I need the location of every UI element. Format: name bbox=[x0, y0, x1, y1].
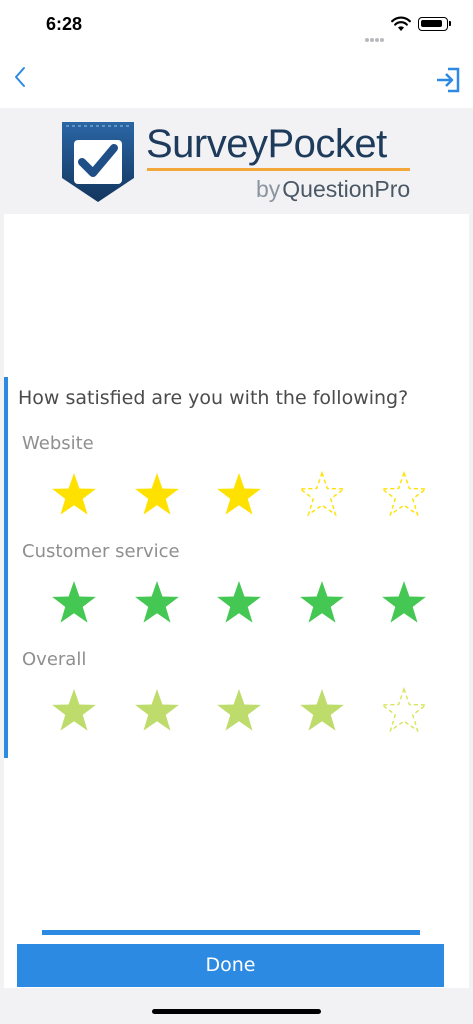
logo-header: SurveyPocket byQuestionPro bbox=[0, 108, 473, 214]
star-filled-icon[interactable] bbox=[50, 579, 98, 627]
status-time: 6:28 bbox=[46, 14, 83, 34]
star-filled-icon[interactable] bbox=[133, 579, 181, 627]
nav-bar bbox=[0, 46, 473, 108]
question-block: How satisfied are you with the following… bbox=[4, 377, 469, 758]
chevron-left-icon[interactable] bbox=[8, 62, 36, 92]
logo-wordmark: SurveyPocket bbox=[146, 122, 387, 167]
row-label-customer-service: Customer service bbox=[22, 541, 180, 562]
star-rating-customer-service bbox=[50, 579, 450, 629]
star-filled-icon[interactable] bbox=[50, 687, 98, 735]
home-indicator bbox=[152, 1009, 321, 1014]
exit-icon[interactable] bbox=[434, 66, 462, 94]
star-filled-icon[interactable] bbox=[133, 687, 181, 735]
wifi-icon bbox=[391, 16, 411, 31]
logo-brand: QuestionPro bbox=[282, 176, 411, 202]
star-empty-icon[interactable] bbox=[380, 687, 428, 735]
row-label-website: Website bbox=[22, 433, 94, 454]
status-bar: 6:28 bbox=[0, 0, 473, 46]
logo-word-survey: Survey bbox=[146, 122, 268, 166]
logo-underline bbox=[147, 168, 410, 171]
star-filled-icon[interactable] bbox=[50, 471, 98, 519]
logo-byline: byQuestionPro bbox=[256, 176, 410, 203]
question-accent-bar bbox=[4, 377, 8, 758]
logo-check-icon bbox=[62, 122, 134, 202]
battery-icon bbox=[418, 17, 451, 31]
done-button[interactable]: Done bbox=[17, 944, 444, 987]
star-rating-overall bbox=[50, 687, 450, 737]
star-filled-icon[interactable] bbox=[215, 471, 263, 519]
progress-bar bbox=[42, 930, 420, 935]
star-rating-website bbox=[50, 471, 450, 521]
row-label-overall: Overall bbox=[22, 649, 87, 670]
survey-content: How satisfied are you with the following… bbox=[4, 214, 469, 988]
star-empty-icon[interactable] bbox=[297, 471, 346, 519]
question-text: How satisfied are you with the following… bbox=[18, 387, 409, 409]
star-filled-icon[interactable] bbox=[215, 579, 263, 627]
star-filled-icon[interactable] bbox=[380, 579, 428, 627]
logo-word-pocket: Pocket bbox=[267, 122, 388, 166]
star-filled-icon[interactable] bbox=[298, 579, 346, 627]
signal-icon bbox=[365, 29, 385, 47]
star-filled-icon[interactable] bbox=[298, 687, 346, 735]
star-filled-icon[interactable] bbox=[133, 471, 181, 519]
star-empty-icon[interactable] bbox=[380, 471, 428, 519]
star-filled-icon[interactable] bbox=[215, 687, 263, 735]
logo-by: by bbox=[256, 176, 281, 202]
